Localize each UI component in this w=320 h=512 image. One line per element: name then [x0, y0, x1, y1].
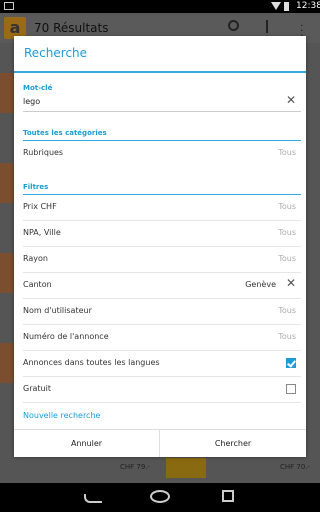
row-value: Tous: [278, 202, 296, 211]
row-label: Canton: [23, 280, 52, 289]
listing-price: CHF 79.-: [120, 463, 151, 471]
keyword-input[interactable]: lego: [23, 97, 40, 106]
row-numero-annonce[interactable]: Numéro de l'annonce Tous: [14, 325, 306, 351]
row-canton[interactable]: Canton Genève ✕: [14, 273, 306, 299]
row-label: NPA, Ville: [23, 228, 61, 237]
keyword-underline: [23, 111, 301, 112]
search-icon[interactable]: [228, 20, 239, 31]
home-icon[interactable]: [150, 490, 170, 503]
row-label: Nom d'utilisateur: [23, 306, 92, 315]
row-toutes-langues[interactable]: Annonces dans toutes les langues: [14, 351, 306, 377]
dialog-title: Recherche: [24, 46, 88, 60]
search-dialog: Recherche Mot-clé lego ✕ Toutes les caté…: [14, 36, 306, 457]
status-time: 12:38: [296, 1, 320, 11]
row-prix[interactable]: Prix CHF Tous: [14, 195, 306, 221]
overflow-menu-icon[interactable]: ...: [300, 17, 304, 38]
listing-price: CHF 70.-: [280, 463, 311, 471]
dialog-button-bar: Annuler Chercher: [14, 429, 306, 457]
row-label: Prix CHF: [23, 202, 57, 211]
row-nom-utilisateur[interactable]: Nom d'utilisateur Tous: [14, 299, 306, 325]
row-value: Tous: [278, 332, 296, 341]
row-npa-ville[interactable]: NPA, Ville Tous: [14, 221, 306, 247]
keyword-label: Mot-clé: [23, 84, 53, 92]
free-checkbox[interactable]: [286, 384, 296, 394]
new-search-link[interactable]: Nouvelle recherche: [23, 411, 100, 420]
listing-thumbnail: [0, 73, 14, 113]
all-languages-checkbox[interactable]: [286, 358, 296, 368]
battery-icon: [284, 2, 289, 11]
row-label: Gratuit: [23, 384, 51, 393]
sort-icon[interactable]: [266, 20, 268, 33]
status-bar: 12:38: [0, 0, 320, 13]
row-gratuit[interactable]: Gratuit: [14, 377, 306, 403]
row-value: Tous: [278, 306, 296, 315]
row-label: Rubriques: [23, 148, 64, 157]
row-label: Rayon: [23, 254, 48, 263]
title-divider: [14, 71, 306, 73]
notification-icon: [4, 2, 14, 10]
cancel-button[interactable]: Annuler: [14, 430, 160, 457]
filters-header: Filtres: [23, 183, 49, 191]
row-value: Tous: [278, 228, 296, 237]
back-icon[interactable]: [84, 494, 102, 503]
search-button[interactable]: Chercher: [160, 430, 306, 457]
row-rubriques[interactable]: Rubriques Tous: [14, 141, 306, 167]
row-value: Tous: [278, 254, 296, 263]
row-label: Annonces dans toutes les langues: [23, 358, 160, 367]
clear-keyword-icon[interactable]: ✕: [286, 94, 296, 106]
listing-thumbnail: [0, 343, 14, 383]
categories-header: Toutes les catégories: [23, 129, 107, 137]
listing-thumbnail: [0, 253, 14, 293]
clear-canton-icon[interactable]: ✕: [286, 277, 296, 289]
row-value: Tous: [278, 148, 296, 157]
row-label: Numéro de l'annonce: [23, 332, 109, 341]
recent-apps-icon[interactable]: [222, 490, 234, 502]
row-value: Genève: [245, 280, 276, 289]
row-rayon[interactable]: Rayon Tous: [14, 247, 306, 273]
listing-thumbnail: [0, 163, 14, 203]
results-title: 70 Résultats: [34, 21, 109, 35]
listing-thumbnail: [166, 458, 206, 478]
wifi-icon: [271, 2, 281, 10]
